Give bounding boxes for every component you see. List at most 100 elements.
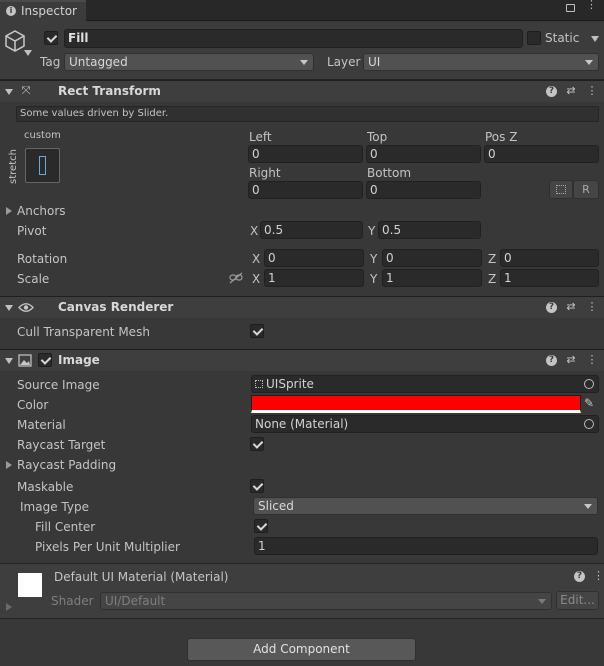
anchors-label[interactable]: Anchors: [17, 204, 66, 218]
cull-transparent-mesh-checkbox[interactable]: [250, 324, 264, 338]
scale-y-axis: Y: [370, 272, 378, 286]
right-label: Right: [249, 166, 281, 180]
color-label: Color: [17, 398, 49, 412]
icon-dropdown-arrow[interactable]: [24, 50, 32, 56]
image-type-dropdown[interactable]: Sliced: [253, 497, 598, 515]
layer-dropdown[interactable]: UI: [363, 53, 599, 71]
shader-label: Shader: [51, 594, 94, 608]
image-enabled-checkbox[interactable]: [38, 353, 52, 367]
component-title: Canvas Renderer: [58, 300, 174, 314]
static-checkbox[interactable]: [527, 31, 541, 45]
blueprint-mode-button[interactable]: [549, 180, 573, 199]
raycast-target-checkbox[interactable]: [250, 437, 264, 451]
raycast-target-label: Raycast Target: [17, 438, 106, 452]
constrain-proportions-icon[interactable]: [229, 272, 243, 284]
maskable-checkbox[interactable]: [250, 479, 264, 493]
image-component-icon: [18, 354, 32, 367]
scale-label: Scale: [17, 272, 50, 286]
canvas-renderer-header[interactable]: Canvas Renderer ? ⇄ ⋮: [0, 296, 604, 318]
rotation-z-axis: Z: [488, 252, 497, 266]
image-header[interactable]: Image ? ⇄ ⋮: [0, 349, 604, 371]
fill-center-checkbox[interactable]: [254, 519, 268, 533]
foldout-arrow-icon[interactable]: [5, 358, 13, 364]
bottom-label: Bottom: [367, 166, 412, 180]
presets-icon[interactable]: ⇄: [565, 301, 577, 313]
scale-z-field[interactable]: 1: [500, 269, 599, 287]
foldout-arrow-icon[interactable]: [5, 305, 13, 311]
sprite-icon: [255, 380, 263, 388]
right-field[interactable]: 0: [248, 181, 363, 199]
raycast-padding-foldout-icon[interactable]: [6, 461, 12, 469]
left-label: Left: [249, 130, 272, 144]
help-icon[interactable]: ?: [546, 302, 557, 313]
kebab-menu-icon[interactable]: ⋮: [586, 301, 598, 313]
presets-icon[interactable]: ⇄: [565, 354, 577, 366]
object-name-field[interactable]: Fill: [64, 29, 523, 48]
rect-transform-header[interactable]: ⤧ Rect Transform ? ⇄ ⋮: [0, 80, 604, 102]
active-checkbox[interactable]: [44, 31, 58, 45]
component-title: Image: [58, 353, 100, 367]
foldout-arrow-icon[interactable]: [5, 89, 13, 95]
material-foldout-icon[interactable]: [6, 603, 12, 611]
eyedropper-icon[interactable]: ✎: [584, 396, 594, 410]
tag-dropdown[interactable]: Untagged: [64, 53, 314, 71]
anchor-presets-button[interactable]: [25, 148, 60, 183]
kebab-menu-icon[interactable]: ⋮: [586, 85, 598, 97]
static-label: Static: [545, 31, 580, 45]
left-field[interactable]: 0: [248, 145, 363, 163]
color-field[interactable]: [251, 395, 581, 413]
tab-inspector[interactable]: i Inspector: [0, 0, 86, 22]
chevron-down-icon: [585, 60, 593, 65]
pivot-y-field[interactable]: 0.5: [378, 221, 481, 239]
tab-title: Inspector: [21, 4, 77, 18]
bottom-field[interactable]: 0: [366, 181, 481, 199]
help-icon[interactable]: ?: [546, 355, 557, 366]
static-dropdown-arrow[interactable]: [591, 36, 599, 42]
ppu-multiplier-label: Pixels Per Unit Multiplier: [35, 540, 180, 554]
kebab-menu-icon[interactable]: ⋮: [586, 0, 597, 10]
layer-label: Layer: [327, 55, 361, 69]
tab-bar: [0, 0, 604, 21]
material-field[interactable]: None (Material): [251, 415, 599, 433]
maskable-label: Maskable: [17, 480, 74, 494]
ppu-multiplier-field[interactable]: 1: [254, 537, 598, 555]
pivot-label: Pivot: [17, 224, 47, 238]
pivot-y-axis: Y: [368, 224, 376, 238]
top-field[interactable]: 0: [366, 145, 481, 163]
posz-label: Pos Z: [485, 130, 518, 144]
pivot-x-axis: X: [250, 224, 259, 238]
anchors-foldout-icon[interactable]: [6, 207, 12, 215]
scale-x-field[interactable]: 1: [264, 269, 364, 287]
component-title: Rect Transform: [58, 84, 161, 98]
shader-dropdown[interactable]: UI/Default: [100, 592, 552, 610]
material-label: Material: [17, 418, 66, 432]
rotation-x-field[interactable]: 0: [264, 249, 364, 267]
scale-y-field[interactable]: 1: [382, 269, 482, 287]
source-image-field[interactable]: UISprite: [251, 375, 599, 393]
rotation-z-field[interactable]: 0: [500, 249, 599, 267]
gameobject-cube-icon: [5, 30, 25, 52]
fill-center-label: Fill Center: [35, 520, 96, 534]
help-icon[interactable]: ?: [546, 86, 557, 97]
rotation-y-field[interactable]: 0: [382, 249, 482, 267]
pivot-x-field[interactable]: 0.5: [260, 221, 363, 239]
eye-icon: [18, 303, 34, 312]
raw-edit-button[interactable]: R: [573, 180, 599, 199]
add-component-button[interactable]: Add Component: [187, 638, 416, 661]
kebab-menu-icon[interactable]: ⋮: [593, 569, 604, 582]
lock-icon[interactable]: [566, 4, 575, 12]
edit-shader-button[interactable]: Edit...: [556, 591, 599, 610]
rotation-x-axis: X: [252, 252, 261, 266]
object-picker-icon[interactable]: [584, 419, 594, 429]
object-picker-icon[interactable]: [584, 379, 594, 389]
raycast-padding-label[interactable]: Raycast Padding: [17, 458, 116, 472]
chevron-down-icon: [584, 504, 592, 509]
info-icon: i: [6, 6, 16, 16]
posz-field[interactable]: 0: [484, 145, 599, 163]
scale-z-axis: Z: [488, 272, 497, 286]
presets-icon[interactable]: ⇄: [565, 85, 577, 97]
chevron-down-icon: [538, 599, 546, 604]
help-icon[interactable]: ?: [574, 571, 585, 582]
kebab-menu-icon[interactable]: ⋮: [586, 354, 598, 366]
driven-note: Some values driven by Slider.: [16, 106, 599, 122]
